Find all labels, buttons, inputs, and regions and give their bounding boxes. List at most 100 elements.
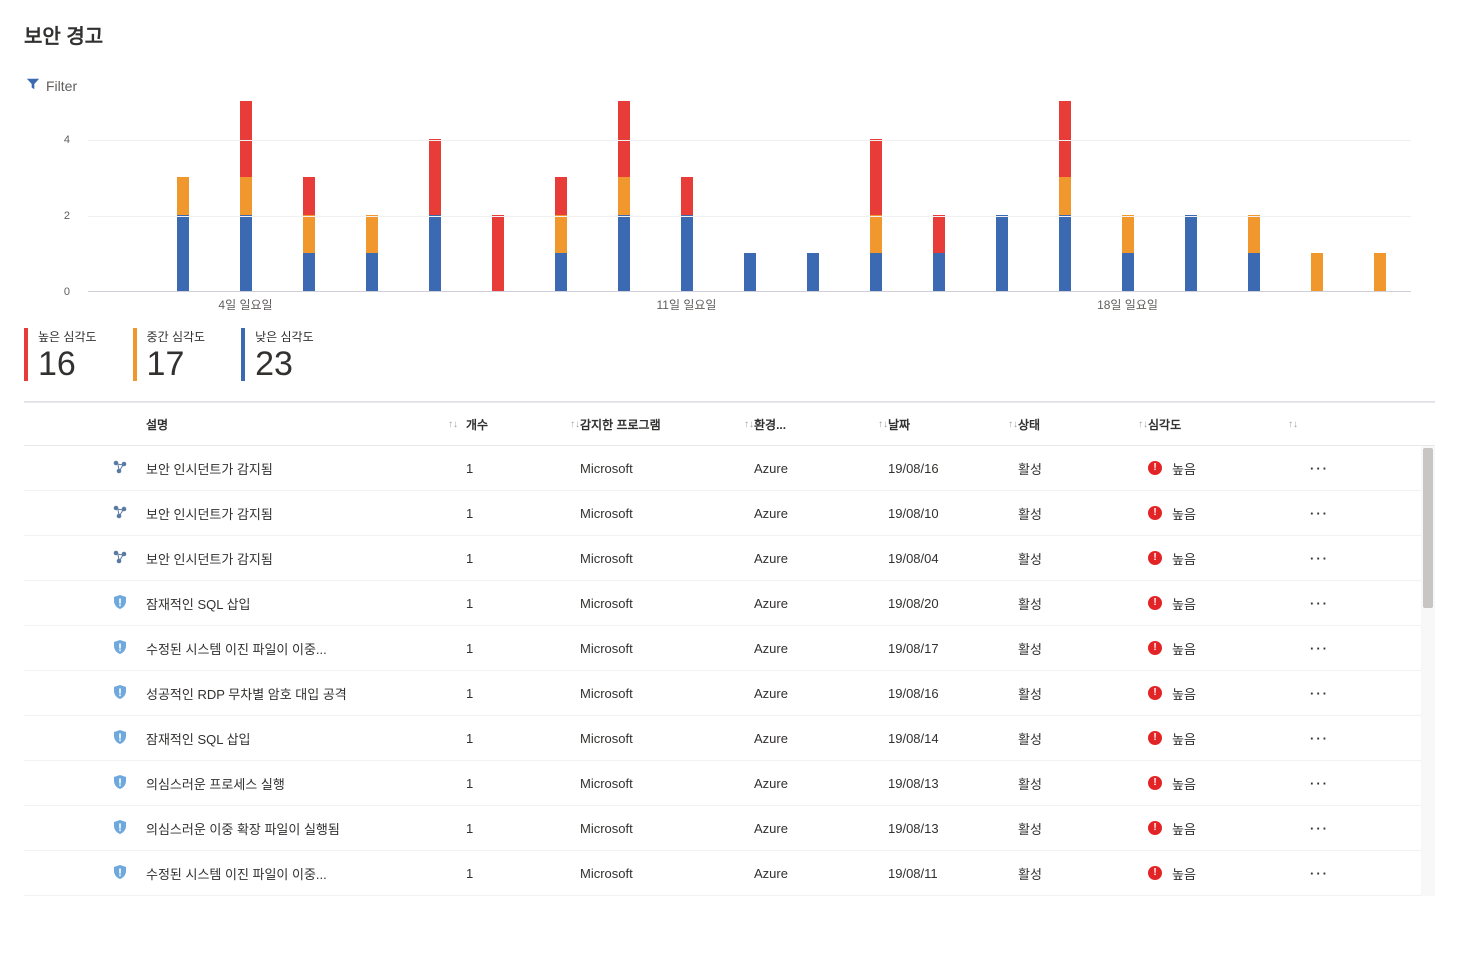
bar-segment <box>366 253 378 291</box>
table-row[interactable]: 보안 인시던트가 감지됨1MicrosoftAzure19/08/04활성!높음… <box>24 536 1435 581</box>
bar-group[interactable] <box>907 101 970 291</box>
bar-segment <box>744 253 756 291</box>
bar-group[interactable] <box>1285 101 1348 291</box>
scrollbar[interactable] <box>1421 446 1435 896</box>
cell-detected-by: Microsoft <box>580 461 754 476</box>
severity-label: 높음 <box>1172 594 1196 613</box>
bar-segment <box>303 177 315 215</box>
cell-description: 의심스러운 프로세스 실행 <box>146 774 466 793</box>
cell-severity: !높음 <box>1148 684 1298 703</box>
bar-segment <box>933 215 945 253</box>
cell-severity: !높음 <box>1148 864 1298 883</box>
bar <box>555 177 567 291</box>
bar-group[interactable] <box>1159 101 1222 291</box>
table-row[interactable]: 보안 인시던트가 감지됨1MicrosoftAzure19/08/10활성!높음… <box>24 491 1435 536</box>
col-env-header[interactable]: 환경... ↑↓ <box>754 416 888 433</box>
table-row[interactable]: 잠재적인 SQL 삽입1MicrosoftAzure19/08/20활성!높음·… <box>24 581 1435 626</box>
alerts-table: 설명 ↑↓ 개수 ↑↓ 감지한 프로그램 ↑↓ 환경... ↑↓ 날짜 ↑↓ 상… <box>24 402 1435 896</box>
page-title: 보안 경고 <box>24 20 1435 49</box>
table-row[interactable]: 수정된 시스템 이진 파일이 이중...1MicrosoftAzure19/08… <box>24 851 1435 896</box>
shield-icon <box>112 819 128 835</box>
row-more-button[interactable]: ··· <box>1298 821 1423 836</box>
cell-detected-by: Microsoft <box>580 731 754 746</box>
bar-group[interactable] <box>340 101 403 291</box>
bar-group[interactable] <box>1033 101 1096 291</box>
bar-group[interactable] <box>403 101 466 291</box>
bar-segment <box>681 177 693 215</box>
cell-count: 1 <box>466 731 580 746</box>
scrollbar-thumb[interactable] <box>1423 448 1433 608</box>
chart-plot <box>88 102 1411 292</box>
row-more-button[interactable]: ··· <box>1298 776 1423 791</box>
col-detected-header[interactable]: 감지한 프로그램 ↑↓ <box>580 416 754 433</box>
bar-segment <box>870 139 882 215</box>
summary-item[interactable]: 중간 심각도17 <box>133 328 206 381</box>
sort-icon: ↑↓ <box>1008 419 1018 430</box>
bar-segment <box>177 215 189 291</box>
row-more-button[interactable]: ··· <box>1298 731 1423 746</box>
severity-high-icon: ! <box>1148 506 1162 520</box>
summary-label: 낮은 심각도 <box>255 328 314 345</box>
bar-group[interactable] <box>655 101 718 291</box>
table-row[interactable]: 보안 인시던트가 감지됨1MicrosoftAzure19/08/16활성!높음… <box>24 446 1435 491</box>
table-row[interactable]: 성공적인 RDP 무차별 암호 대입 공격1MicrosoftAzure19/0… <box>24 671 1435 716</box>
bar-group[interactable] <box>151 101 214 291</box>
col-count-header[interactable]: 개수 ↑↓ <box>466 416 580 433</box>
bar-group[interactable] <box>277 101 340 291</box>
col-description-header[interactable]: 설명 ↑↓ <box>146 416 466 433</box>
table-row[interactable]: 잠재적인 SQL 삽입1MicrosoftAzure19/08/14활성!높음·… <box>24 716 1435 761</box>
row-more-button[interactable]: ··· <box>1298 866 1423 881</box>
table-row[interactable]: 의심스러운 프로세스 실행1MicrosoftAzure19/08/13활성!높… <box>24 761 1435 806</box>
summary-label: 중간 심각도 <box>147 328 206 345</box>
cell-environment: Azure <box>754 686 888 701</box>
bar-group[interactable] <box>466 101 529 291</box>
table-row[interactable]: 의심스러운 이중 확장 파일이 실행됨1MicrosoftAzure19/08/… <box>24 806 1435 851</box>
gridline <box>88 140 1411 141</box>
bar-group[interactable] <box>1096 101 1159 291</box>
shield-icon <box>112 594 128 610</box>
bar-segment <box>933 253 945 291</box>
summary-color-bar <box>24 328 28 381</box>
row-more-button[interactable]: ··· <box>1298 596 1423 611</box>
severity-label: 높음 <box>1172 639 1196 658</box>
col-severity-header[interactable]: 심각도 ↑↓ <box>1148 416 1298 433</box>
severity-high-icon: ! <box>1148 461 1162 475</box>
bar-group[interactable] <box>592 101 655 291</box>
bar-segment <box>303 253 315 291</box>
bar-group[interactable] <box>844 101 907 291</box>
col-date-header[interactable]: 날짜 ↑↓ <box>888 416 1018 433</box>
row-more-button[interactable]: ··· <box>1298 461 1423 476</box>
bar-group[interactable] <box>214 101 277 291</box>
row-more-button[interactable]: ··· <box>1298 641 1423 656</box>
cell-date: 19/08/20 <box>888 596 1018 611</box>
bar-group[interactable] <box>88 101 151 291</box>
bar-group[interactable] <box>1222 101 1285 291</box>
cell-description: 보안 인시던트가 감지됨 <box>146 459 466 478</box>
cell-date: 19/08/17 <box>888 641 1018 656</box>
bar-segment <box>1122 215 1134 253</box>
bar-group[interactable] <box>718 101 781 291</box>
bar-group[interactable] <box>1348 101 1411 291</box>
bar-group[interactable] <box>529 101 592 291</box>
table-row[interactable]: 수정된 시스템 이진 파일이 이중...1MicrosoftAzure19/08… <box>24 626 1435 671</box>
severity-high-icon: ! <box>1148 776 1162 790</box>
bar-segment <box>1248 215 1260 253</box>
row-more-button[interactable]: ··· <box>1298 686 1423 701</box>
row-more-button[interactable]: ··· <box>1298 506 1423 521</box>
summary-item[interactable]: 낮은 심각도23 <box>241 328 314 381</box>
col-status-header[interactable]: 상태 ↑↓ <box>1018 416 1148 433</box>
summary-color-bar <box>133 328 137 381</box>
cell-description: 보안 인시던트가 감지됨 <box>146 549 466 568</box>
bar <box>303 177 315 291</box>
incident-icon <box>112 459 128 475</box>
summary-item[interactable]: 높은 심각도16 <box>24 328 97 381</box>
bar-group[interactable] <box>781 101 844 291</box>
bar-segment <box>681 215 693 291</box>
cell-detected-by: Microsoft <box>580 866 754 881</box>
filter-button[interactable]: Filter <box>24 73 79 98</box>
bar-segment <box>555 177 567 215</box>
row-more-button[interactable]: ··· <box>1298 551 1423 566</box>
cell-severity: !높음 <box>1148 504 1298 523</box>
bar-group[interactable] <box>970 101 1033 291</box>
bar-segment <box>429 139 441 215</box>
